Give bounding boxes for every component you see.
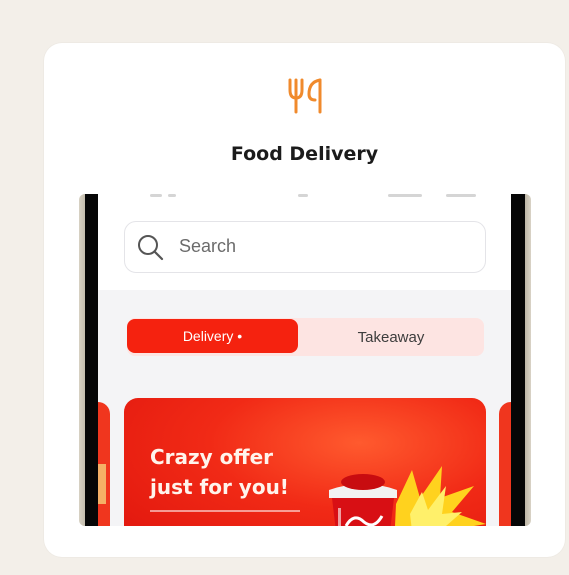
status-bar (168, 194, 176, 197)
search-placeholder: Search (179, 236, 237, 256)
previous-promo-accent (98, 464, 106, 504)
next-promo-banner[interactable] (499, 402, 511, 526)
phone-bezel (511, 194, 526, 526)
status-bar (388, 194, 422, 197)
phone-frame-edge (525, 194, 531, 526)
tab-delivery[interactable]: Delivery • (127, 319, 298, 353)
search-input[interactable]: Search (124, 221, 486, 273)
app-screen: Search Delivery • Takeaway Crazy offer j… (98, 194, 511, 526)
tab-delivery-label: Delivery • (182, 328, 243, 344)
status-bar (446, 194, 476, 197)
fork-knife-icon (288, 78, 322, 114)
phone-mockup: Search Delivery • Takeaway Crazy offer j… (79, 194, 531, 526)
cola-cup-illustration (329, 466, 486, 526)
promo-divider (150, 510, 300, 512)
phone-bezel (85, 194, 98, 526)
status-bar (150, 194, 162, 197)
app-header: Search (98, 194, 511, 290)
search-icon (138, 235, 164, 261)
order-type-tabs: Delivery • Takeaway (127, 318, 484, 356)
status-bar (298, 194, 308, 197)
tab-takeaway[interactable]: Takeaway (298, 319, 484, 353)
tab-takeaway-label: Takeaway (357, 329, 425, 346)
promo-banner[interactable]: Crazy offer just for you! (124, 398, 486, 526)
promo-headline: Crazy offer just for you! (150, 445, 289, 499)
card-title: Food Delivery (230, 143, 379, 165)
